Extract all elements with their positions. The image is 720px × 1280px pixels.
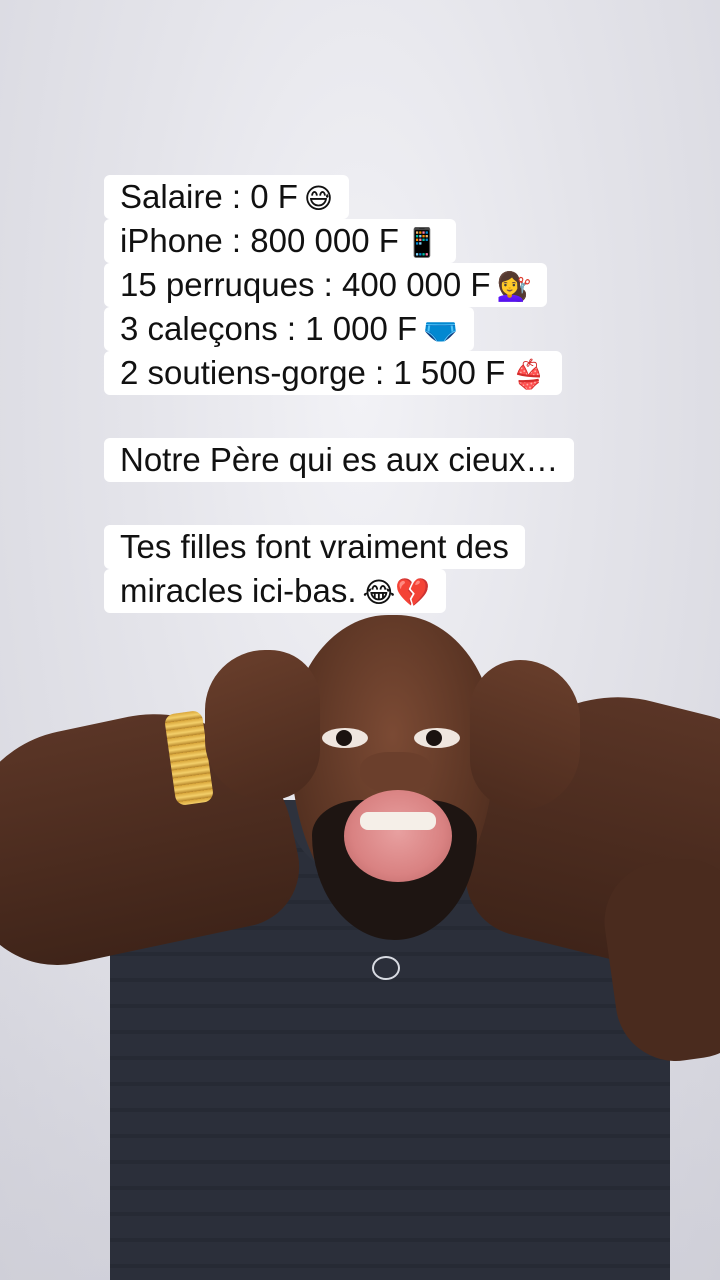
nose (360, 752, 432, 794)
caption-text: Tes filles font vraiment des (120, 528, 509, 565)
caption-line: 3 caleçons : 1 000 F 🩲 (104, 307, 475, 351)
mouth (344, 790, 452, 882)
teeth (360, 812, 436, 830)
left-hand (205, 650, 320, 800)
caption-line: 2 soutiens-gorge : 1 500 F 👙 (104, 351, 563, 395)
right-pupil (426, 730, 442, 746)
shirt-logo (372, 956, 400, 980)
caption-text: 3 caleçons : 1 000 F (120, 310, 418, 347)
caption-text: miracles ici-bas. (120, 572, 357, 609)
caption-text: Notre Père qui es aux cieux… (120, 441, 559, 478)
bikini-emoji-icon: 👙 (511, 358, 547, 391)
caption-line: iPhone : 800 000 F 📱 (104, 219, 456, 263)
caption-line: Tes filles font vraiment des (104, 525, 525, 569)
caption-text: 2 soutiens-gorge : 1 500 F (120, 354, 506, 391)
briefs-emoji-icon: 🩲 (423, 314, 459, 347)
left-pupil (336, 730, 352, 746)
caption-line: Salaire : 0 F 😅 (104, 175, 350, 219)
caption-line: Notre Père qui es aux cieux… (104, 438, 575, 482)
video-frame[interactable]: Salaire : 0 F 😅 iPhone : 800 000 F 📱 15 pe… (0, 0, 720, 1280)
caption-line: 15 perruques : 400 000 F 💇‍♀️ (104, 263, 548, 307)
mobile-phone-emoji-icon: 📱 (404, 226, 440, 259)
caption-text: Salaire : 0 F (120, 178, 298, 215)
caption-text: 15 perruques : 400 000 F (120, 266, 491, 303)
caption-text: iPhone : 800 000 F (120, 222, 399, 259)
haircut-emoji-icon: 💇‍♀️ (496, 270, 532, 303)
right-hand (470, 660, 580, 810)
caption-line: miracles ici-bas. 😂💔 (104, 569, 447, 613)
laugh-broken-heart-emoji-icon: 😂💔 (362, 576, 431, 609)
sweat-smile-emoji-icon: 😅 (303, 182, 334, 215)
